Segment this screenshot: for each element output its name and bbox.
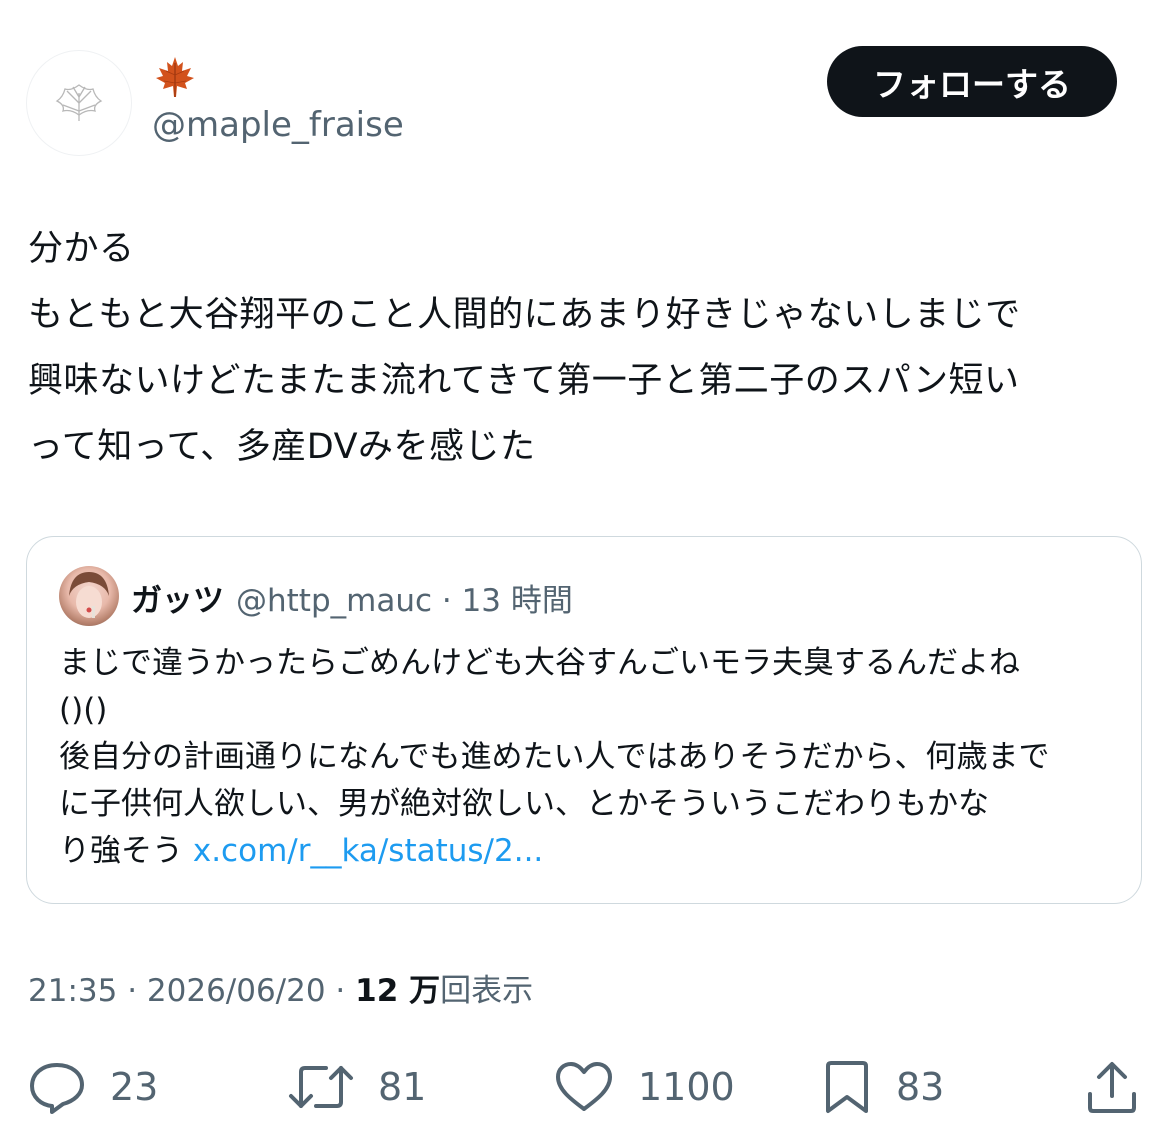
quote-author-name[interactable]: ガッツ	[131, 575, 224, 620]
maple-leaf-icon	[156, 57, 194, 97]
share-button[interactable]	[1086, 1060, 1138, 1114]
like-count: 1100	[638, 1065, 735, 1109]
bookmark-count: 83	[896, 1065, 945, 1109]
tweet-header: @maple_fraise フォローする	[0, 0, 1169, 170]
quote-header: ガッツ @http_mauc · 13 時間	[131, 573, 573, 621]
views-label: 回表示	[440, 973, 534, 1009]
views-count: 12 万	[355, 973, 441, 1009]
like-button[interactable]: 1100	[554, 1060, 735, 1114]
reply-count: 23	[110, 1065, 159, 1109]
repost-count: 81	[378, 1065, 427, 1109]
quote-author-avatar[interactable]	[59, 566, 119, 626]
follow-button[interactable]: フォローする	[827, 46, 1117, 117]
quote-author-meta: @http_mauc · 13 時間	[236, 582, 573, 619]
repost-button[interactable]: 81	[288, 1060, 426, 1114]
author-avatar[interactable]	[26, 50, 132, 156]
author-display-name[interactable]	[154, 52, 196, 102]
author-handle[interactable]: @maple_fraise	[152, 104, 404, 146]
reply-icon	[30, 1063, 84, 1114]
bookmark-icon	[826, 1061, 868, 1113]
bookmark-button[interactable]: 83	[822, 1060, 944, 1114]
tweet-text: 分かる もともと大谷翔平のこと人間的にあまり好きじゃないしまじで 興味ないけどた…	[28, 229, 1021, 467]
quote-link[interactable]: x.com/r__ka/status/2...	[193, 833, 543, 869]
tweet-timestamp: 21:35 · 2026/06/20 · 12 万回表示	[28, 968, 533, 1014]
heart-icon	[556, 1062, 612, 1111]
reply-button[interactable]: 23	[28, 1060, 158, 1114]
quote-text: まじで違うかったらごめんけども大谷すんごいモラ夫臭するんだよね ()() 後自分…	[59, 640, 1119, 875]
share-icon	[1088, 1062, 1136, 1113]
timestamp-time-date[interactable]: 21:35 · 2026/06/20 ·	[28, 973, 355, 1009]
quoted-tweet[interactable]: ガッツ @http_mauc · 13 時間 まじで違うかったらごめんけども大谷…	[26, 536, 1142, 904]
leaf-icon	[55, 84, 103, 121]
repost-icon	[289, 1066, 353, 1108]
action-bar: 23 81 1100 83	[0, 1052, 1169, 1122]
